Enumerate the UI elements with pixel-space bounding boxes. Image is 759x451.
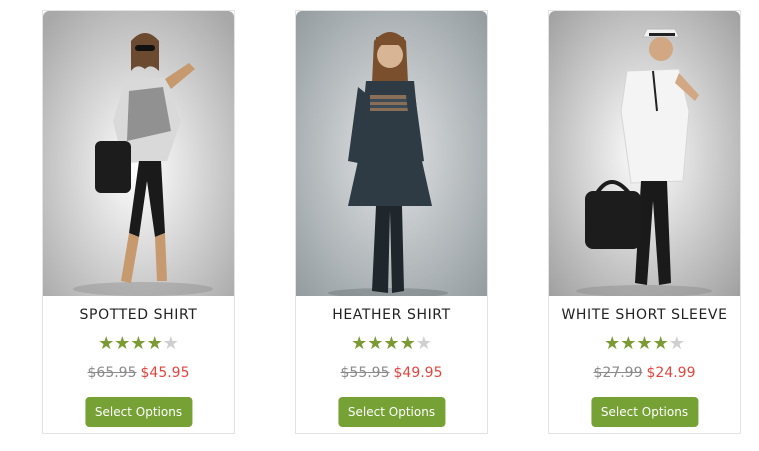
select-options-button[interactable]: Select Options: [337, 397, 446, 427]
product-name[interactable]: HEATHER SHIRT: [296, 307, 487, 323]
product-image[interactable]: [296, 11, 487, 296]
sale-price: $45.95: [140, 365, 190, 381]
sale-price: $49.95: [393, 365, 443, 381]
product-card-spotted-shirt: SPOTTED SHIRT ★★★★★ $65.95 $45.95 Select …: [42, 10, 235, 434]
price-block: $27.99 $24.99: [549, 365, 740, 381]
sale-price: $24.99: [646, 365, 696, 381]
product-image[interactable]: [43, 11, 234, 296]
star-empty-icon: ★: [415, 333, 432, 354]
star-filled-icon: ★: [604, 333, 621, 354]
product-card-white-short-sleeve: WHITE SHORT SLEEVE ★★★★★ $27.99 $24.99 Se…: [548, 10, 741, 434]
price-block: $55.95 $49.95: [296, 365, 487, 381]
star-empty-icon: ★: [668, 333, 685, 354]
product-card-heather-shirt: HEATHER SHIRT ★★★★★ $55.95 $49.95 Select …: [295, 10, 488, 434]
product-name[interactable]: SPOTTED SHIRT: [43, 307, 234, 323]
star-filled-icon: ★: [98, 333, 115, 354]
star-filled-icon: ★: [351, 333, 368, 354]
regular-price: $55.95: [340, 365, 390, 381]
product-name[interactable]: WHITE SHORT SLEEVE: [549, 307, 740, 323]
regular-price: $65.95: [87, 365, 137, 381]
star-filled-icon: ★: [367, 333, 384, 354]
price-block: $65.95 $45.95: [43, 365, 234, 381]
select-options-button[interactable]: Select Options: [590, 397, 699, 427]
star-rating: ★★★★★: [549, 334, 740, 353]
star-filled-icon: ★: [383, 333, 400, 354]
star-filled-icon: ★: [146, 333, 163, 354]
star-rating: ★★★★★: [43, 334, 234, 353]
star-empty-icon: ★: [162, 333, 179, 354]
star-filled-icon: ★: [130, 333, 147, 354]
star-filled-icon: ★: [636, 333, 653, 354]
star-filled-icon: ★: [620, 333, 637, 354]
star-filled-icon: ★: [399, 333, 416, 354]
star-filled-icon: ★: [652, 333, 669, 354]
star-filled-icon: ★: [114, 333, 131, 354]
regular-price: $27.99: [593, 365, 643, 381]
star-rating: ★★★★★: [296, 334, 487, 353]
select-options-button[interactable]: Select Options: [84, 397, 193, 427]
product-image[interactable]: [549, 11, 740, 296]
